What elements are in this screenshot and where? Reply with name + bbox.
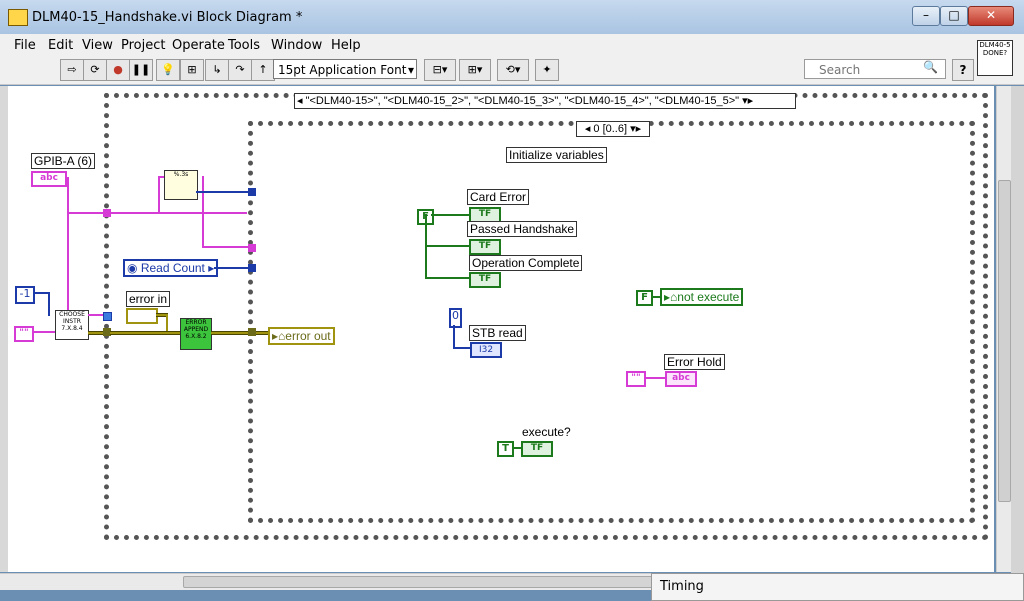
menu-project[interactable]: Project [121,38,165,53]
zero-constant[interactable]: 0 [449,308,462,328]
read-count-local[interactable]: ◉ Read Count ▸ [123,259,219,277]
tunnel-pink [248,244,256,252]
stb-read-indicator[interactable]: I32 [470,342,502,358]
error-hold-wire [644,377,666,379]
case-selector[interactable]: ◂ "<DLM40-15>", "<DLM40-15_2>", "<DLM40-… [294,93,796,109]
labview-app-icon [8,9,28,26]
menu-view[interactable]: View [82,38,113,53]
string-wire [67,212,247,214]
card-error-label: Card Error [467,189,530,205]
font-select[interactable]: 15pt Application Font ▾ [273,59,417,79]
error-out-wire [211,331,249,335]
stb-read-label: STB read [469,325,526,341]
vertical-scrollbar-thumb[interactable] [998,180,1011,502]
tunnel-read-count [248,264,256,272]
bool-wire [431,214,469,216]
right-edge [1011,86,1024,601]
cleanup-diagram-button[interactable]: ✦ [535,59,559,81]
passed-handshake-indicator[interactable]: TF [469,239,501,255]
choose-instr-subvi[interactable]: CHOOSE INSTR 7.X.8.4 [55,310,89,340]
false-constant-2[interactable]: F [636,290,653,306]
gpib-string-constant[interactable]: abc [31,171,67,187]
gpib-wire [67,177,69,314]
pause-button[interactable]: ❚❚ [129,59,153,81]
step-out-button[interactable]: ↑ [251,59,275,81]
zero-wire [453,325,455,348]
search-input[interactable] [805,60,931,80]
format-into-string-node[interactable]: %.3s [164,170,198,200]
run-continuously-button[interactable]: ⟳ [83,59,107,81]
reorder-button[interactable]: ⟲▾ [497,59,529,81]
case-selector-terminal [103,312,112,321]
error-out-indicator[interactable]: ▸⌂error out [268,327,335,345]
abort-button[interactable]: ● [106,59,130,81]
globe-icon: ◉ [127,261,138,275]
operation-complete-label: Operation Complete [469,255,583,271]
vi-icon: DLM40-5 DONE? [977,40,1013,76]
tunnel-error [248,328,256,336]
format-wire-out [202,176,204,248]
tunnel-blue [248,188,256,196]
context-help-button[interactable]: ? [952,59,974,81]
blue-wire-top [196,191,248,193]
minus-one-wire [33,292,49,294]
chevron-down-icon[interactable]: ▾▸ [742,95,753,107]
read-count-wire [214,267,248,269]
run-button[interactable]: ⇨ [60,59,84,81]
empty-string-wire [32,331,56,333]
distribute-objects-button[interactable]: ⊞▾ [459,59,491,81]
minimize-button[interactable]: – [912,6,940,26]
error-in-control[interactable] [126,308,158,324]
error-wire-2 [110,331,180,335]
sequence-frame-label: Initialize variables [506,147,607,163]
search-box[interactable]: 🔍 [804,59,946,80]
minus-one-wire-down [48,292,50,316]
menu-help[interactable]: Help [331,38,361,53]
bool-wire-2 [425,245,469,247]
empty-string-constant[interactable]: "" [14,326,34,342]
case-selector-left-arrow[interactable]: ◂ [297,95,303,107]
true-constant[interactable]: T [497,441,514,457]
menu-file[interactable]: File [14,38,36,53]
stacked-sequence-structure[interactable] [248,121,975,523]
zero-wire-h [453,347,471,349]
close-button[interactable]: ✕ [968,6,1014,26]
minus-one-constant[interactable]: -1 [15,286,35,304]
align-objects-button[interactable]: ⊟▾ [424,59,456,81]
maximize-button[interactable]: □ [940,6,968,26]
menu-window[interactable]: Window [271,38,322,53]
error-out-wire-2 [256,331,268,335]
error-append-subvi[interactable]: ERROR APPEND 6.X.8.2 [180,318,212,350]
step-over-button[interactable]: ↷ [228,59,252,81]
gpib-label: GPIB-A (6) [31,153,96,169]
sequence-selector[interactable]: ◂ 0 [0..6] ▾▸ [576,121,650,137]
case-tunnel-pink [103,209,111,217]
error-in-label: error in [126,291,171,307]
menu-tools[interactable]: Tools [228,38,260,53]
search-icon[interactable]: 🔍 [923,60,938,74]
bool-wire-3 [425,277,469,279]
menu-edit[interactable]: Edit [48,38,73,53]
execute-label: execute? [522,425,571,439]
step-into-button[interactable]: ↳ [205,59,229,81]
chevron-down-icon: ▾ [407,63,414,77]
window-title: DLM40-15_Handshake.vi Block Diagram * [32,10,303,25]
passed-handshake-label: Passed Handshake [467,221,578,237]
not-execute-local[interactable]: ▸⌂not execute [660,288,744,306]
format-wire-tunnel [202,246,248,248]
left-margin [0,86,8,572]
menu-operate[interactable]: Operate [172,38,225,53]
timing-panel[interactable]: Timing [651,573,1024,601]
operation-complete-indicator[interactable]: TF [469,272,501,288]
error-hold-label: Error Hold [664,354,725,370]
retain-wire-values-button[interactable]: ⊞ [180,59,204,81]
format-wire [158,176,160,214]
error-hold-indicator[interactable]: abc [665,371,697,387]
execute-indicator[interactable]: TF [521,441,553,457]
highlight-execution-button[interactable]: 💡 [156,59,180,81]
empty-string-constant-2[interactable]: "" [626,371,646,387]
choose-instr-out-wire [88,314,104,316]
